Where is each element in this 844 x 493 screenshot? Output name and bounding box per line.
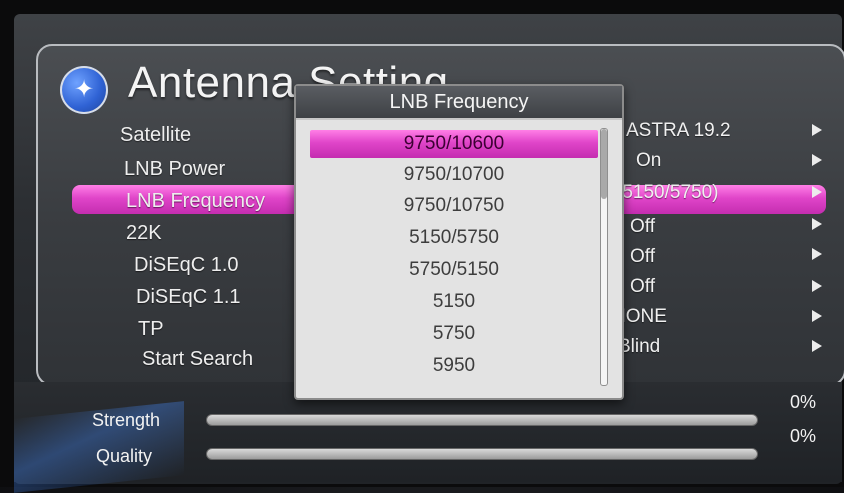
quality-label: Quality	[96, 446, 153, 466]
popup-scroll-thumb[interactable]	[601, 129, 607, 199]
quality-bar	[206, 448, 758, 460]
option-5950[interactable]: 5950	[310, 352, 598, 380]
option-9750-10750[interactable]: 9750/10750	[310, 192, 598, 220]
arrow-right-icon[interactable]	[812, 218, 822, 230]
arrow-right-icon[interactable]	[812, 248, 822, 260]
label-diseqc-10[interactable]: DiSEqC 1.0	[134, 254, 239, 277]
value-diseqc-10[interactable]: Off	[630, 246, 655, 268]
lnb-frequency-popup: LNB Frequency 9750/10600 9750/10700 9750…	[294, 84, 624, 400]
value-satellite[interactable]: ASTRA 19.2	[626, 120, 731, 142]
quality-percent: 0%	[790, 426, 817, 446]
option-5150-5750[interactable]: 5150/5750	[310, 224, 598, 252]
label-22k[interactable]: 22K	[126, 222, 162, 245]
option-5750[interactable]: 5750	[310, 320, 598, 348]
label-tp[interactable]: TP	[138, 318, 164, 341]
popup-scrollbar[interactable]	[600, 128, 608, 386]
value-start-search[interactable]: Blind	[618, 336, 660, 358]
arrow-right-icon[interactable]	[812, 124, 822, 136]
strength-label: Strength	[92, 410, 161, 430]
popup-header: LNB Frequency	[296, 86, 622, 120]
value-diseqc-11[interactable]: Off	[630, 276, 655, 298]
strength-bar	[206, 414, 758, 426]
value-lnb-power[interactable]: On	[636, 150, 661, 172]
arrow-right-icon[interactable]	[812, 154, 822, 166]
option-9750-10600[interactable]: 9750/10600	[310, 130, 598, 158]
arrow-right-icon[interactable]	[812, 280, 822, 292]
satellite-icon: ✦	[60, 66, 108, 114]
label-satellite[interactable]: Satellite	[120, 124, 191, 147]
popup-title: LNB Frequency	[389, 91, 529, 113]
arrow-right-icon[interactable]	[812, 310, 822, 322]
option-5750-5150[interactable]: 5750/5150	[310, 256, 598, 284]
arrow-right-icon[interactable]	[812, 340, 822, 352]
strength-percent: 0%	[790, 392, 817, 412]
option-9750-10700[interactable]: 9750/10700	[310, 161, 598, 189]
arrow-right-icon[interactable]	[812, 186, 822, 198]
lnb-frequency-options: 9750/10600 9750/10700 9750/10750 5150/57…	[310, 130, 598, 384]
label-start-search[interactable]: Start Search	[142, 348, 253, 371]
label-lnb-power[interactable]: LNB Power	[124, 158, 225, 181]
option-5150[interactable]: 5150	[310, 288, 598, 316]
label-diseqc-11[interactable]: DiSEqC 1.1	[136, 286, 241, 309]
value-lnb-frequency[interactable]: (5150/5750)	[616, 182, 718, 204]
value-22k[interactable]: Off	[630, 216, 655, 238]
settings-values: ASTRA 19.2 On (5150/5750) Off Off Off NO…	[612, 120, 830, 380]
label-lnb-frequency[interactable]: LNB Frequency	[126, 190, 265, 213]
